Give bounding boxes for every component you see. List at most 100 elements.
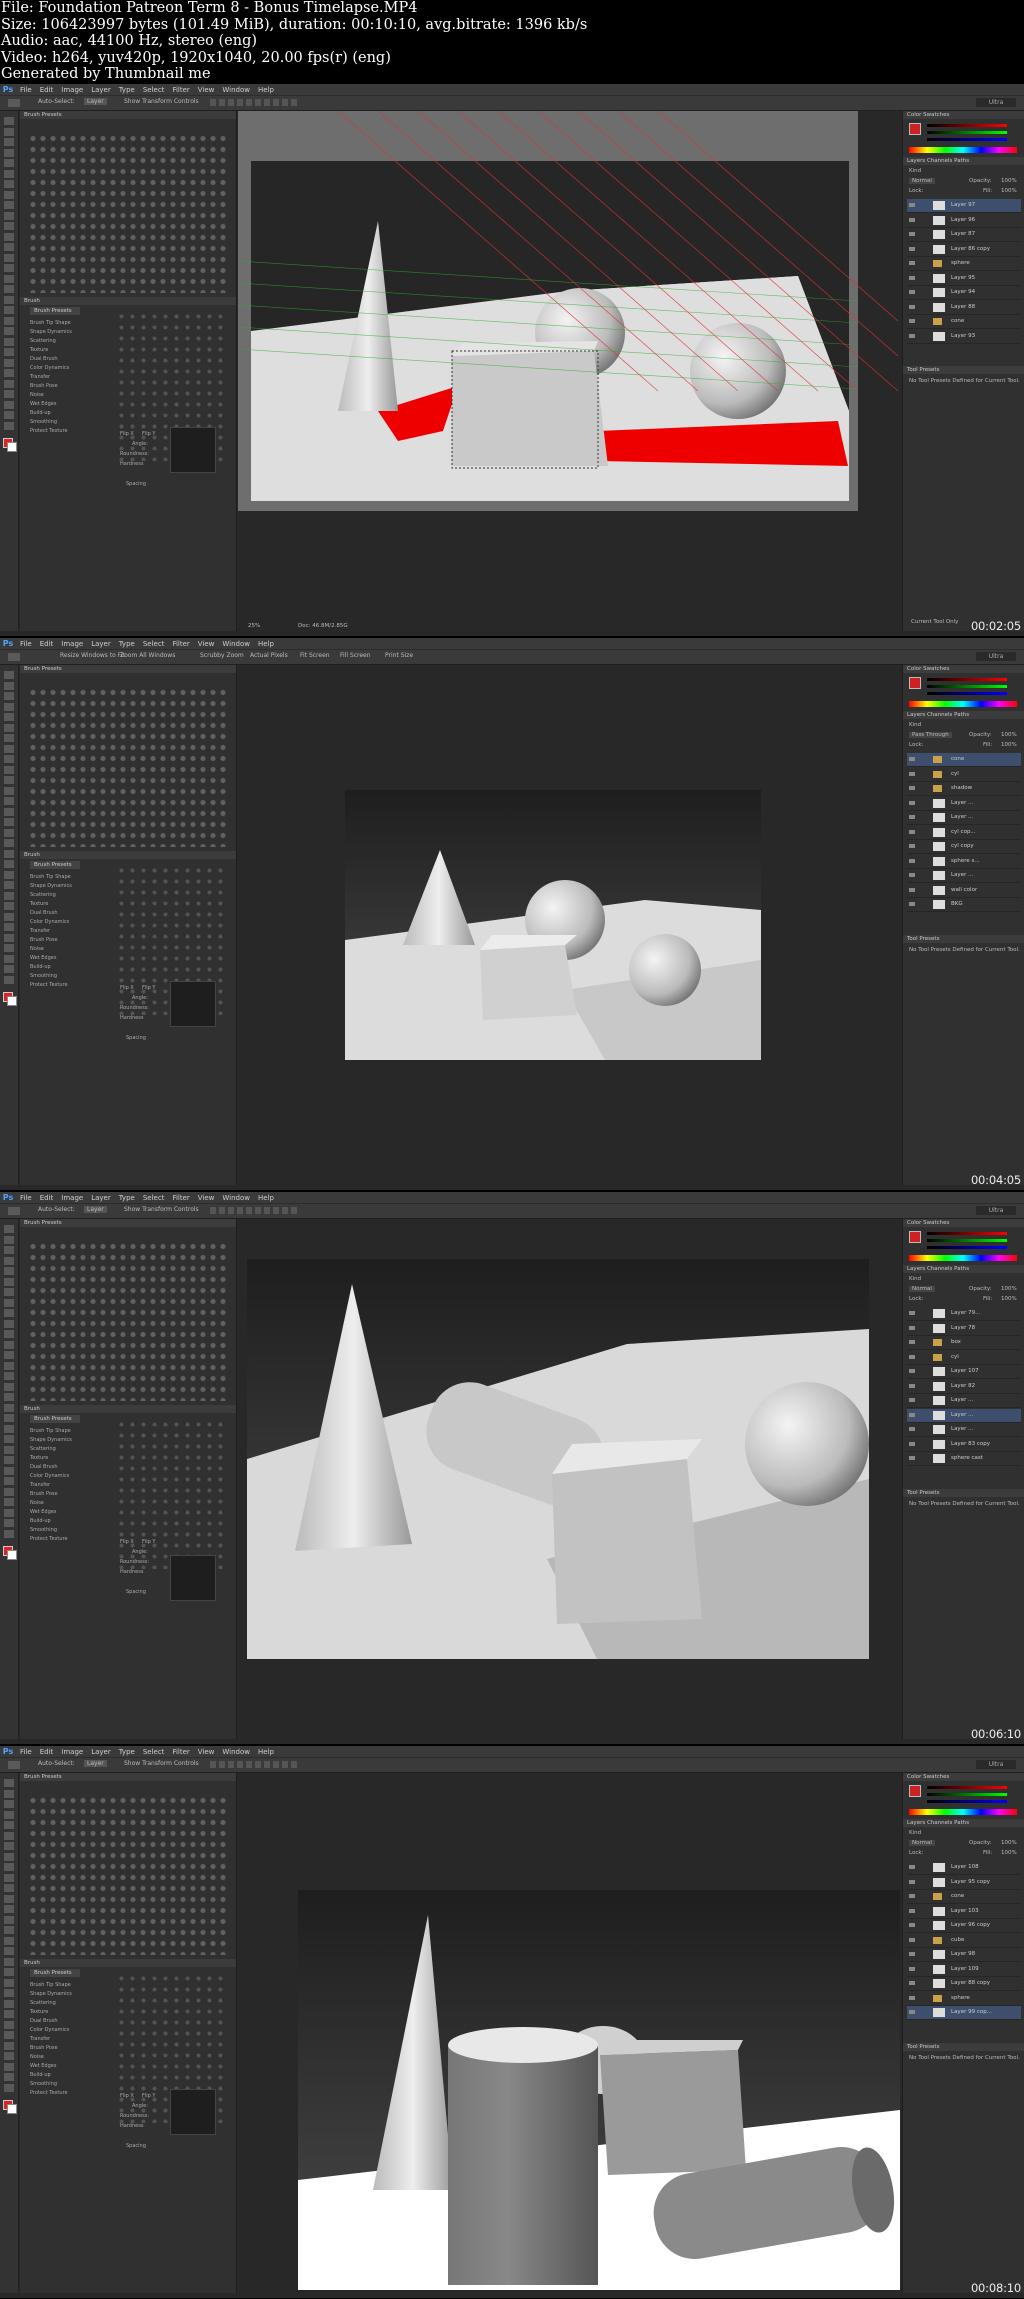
- tool-icon[interactable]: [4, 1884, 14, 1892]
- tool-icon[interactable]: [4, 1361, 14, 1370]
- zoom-tool-icon[interactable]: [8, 653, 20, 661]
- layer-filter-kind[interactable]: Kind: [909, 722, 921, 728]
- layer-name[interactable]: Layer ...: [951, 1426, 973, 1432]
- tool-icon[interactable]: [4, 316, 14, 325]
- align-button[interactable]: [219, 1761, 225, 1768]
- brush-option[interactable]: Protect Texture: [30, 427, 110, 436]
- brush-option[interactable]: Build-up: [30, 1517, 110, 1526]
- color-slider[interactable]: [927, 1232, 1007, 1235]
- tool-icon[interactable]: [4, 1810, 14, 1819]
- visibility-eye-icon[interactable]: [909, 887, 915, 892]
- tool-icon[interactable]: [4, 348, 14, 356]
- workspace-dropdown[interactable]: Ultra: [976, 1760, 1016, 1769]
- color-slider[interactable]: [927, 138, 1007, 141]
- layer-row[interactable]: Layer ...: [907, 1423, 1021, 1437]
- visibility-eye-icon[interactable]: [909, 1398, 915, 1402]
- tool-icon[interactable]: [4, 138, 14, 146]
- color-slider[interactable]: [927, 1793, 1007, 1796]
- brush-presets-grid[interactable]: [28, 1795, 228, 1955]
- brush-option[interactable]: Color Dynamics: [30, 2026, 110, 2035]
- zoom-option-fit-screen[interactable]: Fit Screen: [300, 652, 330, 659]
- tool-icon[interactable]: [4, 1267, 14, 1275]
- layers-panel-tabs[interactable]: Layers Channels Paths: [903, 1265, 1024, 1273]
- color-slider[interactable]: [927, 1246, 1007, 1249]
- tool-icon[interactable]: [4, 379, 14, 388]
- menu-item-type[interactable]: Type: [115, 1194, 139, 1202]
- background-color-swatch[interactable]: [7, 1550, 17, 1560]
- brush-option[interactable]: Brush Pose: [30, 936, 110, 945]
- color-panel-tabs[interactable]: Color Swatches: [903, 111, 1024, 119]
- menu-item-view[interactable]: View: [194, 1748, 219, 1756]
- layer-name[interactable]: cyl: [951, 1354, 959, 1360]
- color-slider[interactable]: [927, 1239, 1007, 1242]
- visibility-eye-icon[interactable]: [909, 246, 915, 251]
- tool-icon[interactable]: [4, 1487, 14, 1496]
- brush-option[interactable]: Dual Brush: [30, 1463, 110, 1472]
- menu-item-select[interactable]: Select: [139, 86, 169, 94]
- layer-name[interactable]: BKG: [951, 901, 963, 907]
- blend-mode-dropdown[interactable]: Normal: [909, 1286, 935, 1292]
- tool-icon[interactable]: [4, 411, 14, 419]
- color-panel-swatch[interactable]: [909, 1231, 921, 1243]
- color-slider[interactable]: [927, 1786, 1007, 1789]
- brush-presets-grid[interactable]: [28, 1241, 228, 1401]
- auto-select-dropdown[interactable]: Layer: [84, 1206, 107, 1213]
- layer-name[interactable]: Layer 97: [951, 202, 975, 208]
- brush-option[interactable]: Texture: [30, 1454, 110, 1463]
- tool-icon[interactable]: [4, 891, 14, 900]
- tool-icon[interactable]: [4, 1382, 14, 1391]
- color-spectrum[interactable]: [909, 147, 1017, 153]
- brush-option[interactable]: Brush Pose: [30, 2044, 110, 2053]
- menu-item-view[interactable]: View: [194, 1194, 219, 1202]
- layer-row[interactable]: Layer 103: [907, 1905, 1021, 1919]
- visibility-eye-icon[interactable]: [909, 1879, 915, 1884]
- visibility-eye-icon[interactable]: [909, 232, 915, 236]
- layer-row[interactable]: Layer 98: [907, 1948, 1021, 1962]
- visibility-eye-icon[interactable]: [909, 1325, 915, 1330]
- layer-row[interactable]: Layer 94: [907, 286, 1021, 300]
- layer-name[interactable]: Layer 103: [951, 1908, 979, 1914]
- brush-option[interactable]: Transfer: [30, 2035, 110, 2044]
- align-button[interactable]: [264, 1761, 270, 1768]
- align-button[interactable]: [273, 99, 279, 106]
- tool-icon[interactable]: [4, 337, 14, 346]
- brush-presets-button[interactable]: Brush Presets: [30, 1969, 80, 1977]
- visibility-eye-icon[interactable]: [909, 1937, 915, 1942]
- visibility-eye-icon[interactable]: [909, 275, 915, 280]
- visibility-eye-icon[interactable]: [909, 1441, 915, 1446]
- brush-option[interactable]: Shape Dynamics: [30, 328, 110, 337]
- tool-icon[interactable]: [4, 1235, 14, 1244]
- layers-panel-tabs[interactable]: Layers Channels Paths: [903, 711, 1024, 719]
- brush-option[interactable]: Protect Texture: [30, 1535, 110, 1544]
- layer-name[interactable]: Layer 96 copy: [951, 1922, 990, 1928]
- layer-group-row[interactable]: sphere: [907, 257, 1021, 271]
- tool-icon[interactable]: [4, 1936, 14, 1945]
- tool-icon[interactable]: [4, 1340, 14, 1349]
- tool-icon[interactable]: [4, 671, 14, 679]
- visibility-eye-icon[interactable]: [909, 1383, 915, 1388]
- brush-option[interactable]: Shape Dynamics: [30, 882, 110, 891]
- align-button[interactable]: [291, 99, 297, 106]
- tool-icon[interactable]: [4, 870, 14, 879]
- document-canvas-area[interactable]: [238, 1773, 900, 2293]
- tool-icon[interactable]: [4, 2062, 14, 2071]
- document-artwork[interactable]: [345, 790, 761, 1060]
- menu-item-filter[interactable]: Filter: [168, 640, 193, 648]
- layer-name[interactable]: Layer 87: [951, 231, 975, 237]
- visibility-eye-icon[interactable]: [909, 829, 915, 834]
- tool-icon[interactable]: [4, 159, 14, 167]
- move-tool-icon[interactable]: [8, 99, 20, 107]
- zoom-option-fill-screen[interactable]: Fill Screen: [340, 652, 371, 659]
- align-button[interactable]: [291, 1761, 297, 1768]
- tool-icon[interactable]: [4, 1852, 14, 1861]
- tool-icon[interactable]: [4, 1947, 14, 1955]
- layer-row[interactable]: Layer 82: [907, 1380, 1021, 1394]
- color-panel-tabs[interactable]: Color Swatches: [903, 1773, 1024, 1781]
- layer-name[interactable]: Layer 107: [951, 1368, 979, 1374]
- tool-icon[interactable]: [4, 954, 14, 963]
- tool-icon[interactable]: [4, 169, 14, 178]
- tool-icon[interactable]: [4, 2073, 14, 2081]
- visibility-eye-icon[interactable]: [909, 873, 915, 877]
- tool-icon[interactable]: [4, 807, 14, 816]
- tool-icon[interactable]: [4, 723, 14, 732]
